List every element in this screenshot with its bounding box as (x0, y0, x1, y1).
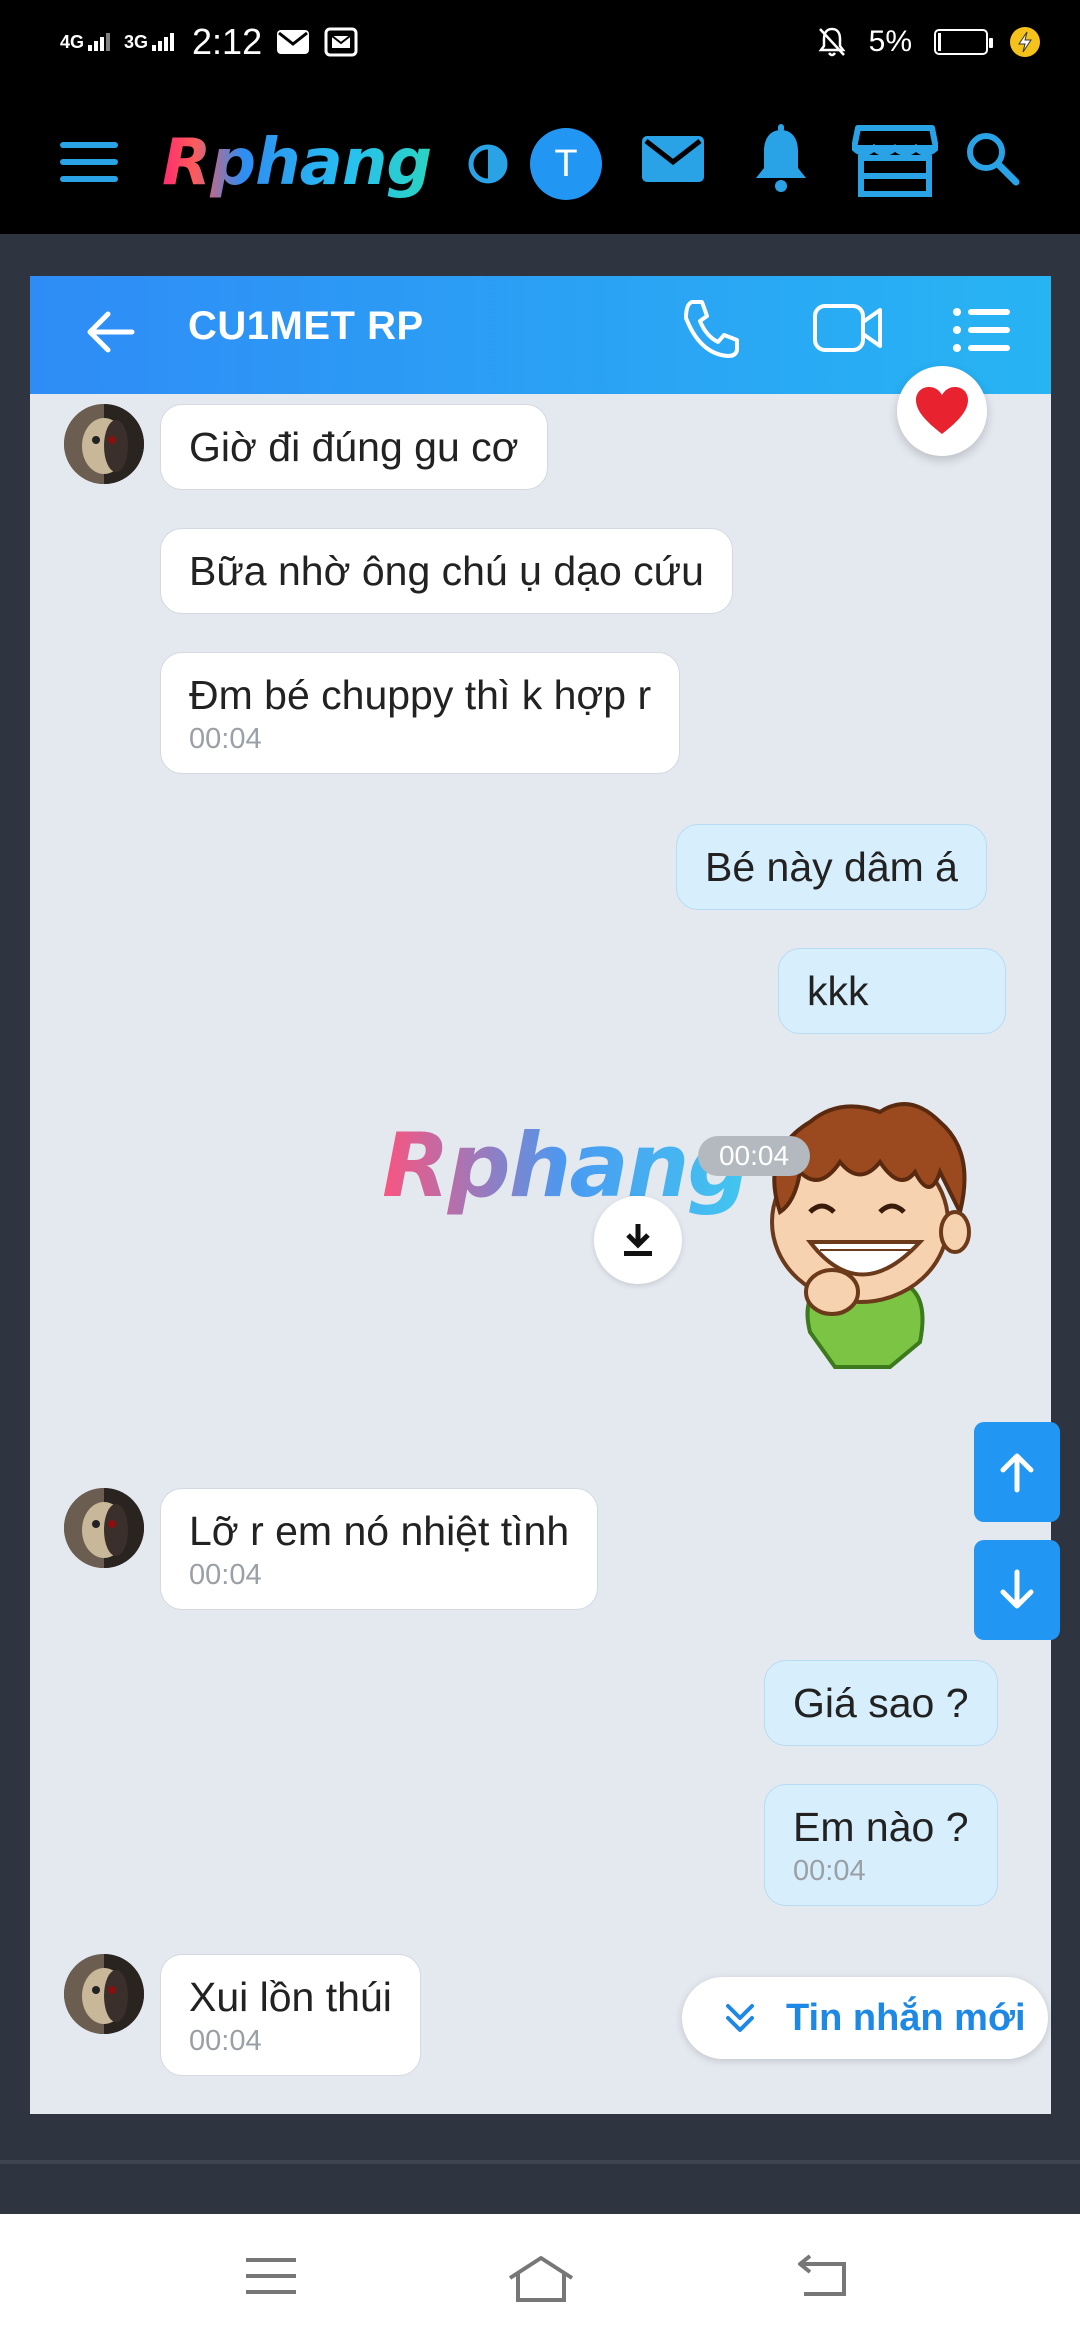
favorite-button[interactable] (897, 366, 987, 456)
battery-icon (934, 29, 993, 55)
clock: 2:12 (192, 21, 263, 62)
message-text: Đm bé chuppy thì k hợp r (189, 672, 652, 718)
message-bubble-received[interactable]: Xui lồn thúi 00:04 (160, 1954, 421, 2076)
message-text: Xui lồn thúi (189, 1974, 392, 2020)
gmail-notification-icon (324, 27, 358, 57)
signal-bars-icon (88, 33, 111, 51)
contrast-icon[interactable] (466, 142, 510, 186)
message-text: Bé này dâm á (705, 844, 958, 890)
message-bubble-sent[interactable]: Giá sao ? (764, 1660, 998, 1746)
message-time: 00:04 (189, 723, 262, 755)
message-bubble-received[interactable]: Lỡ r em nó nhiệt tình 00:04 (160, 1488, 599, 1610)
network-4g-label: 4G (60, 32, 85, 52)
message-bubble-sent[interactable]: Em nào ? 00:04 (764, 1784, 998, 1906)
back-icon[interactable] (794, 2254, 854, 2300)
chat-window: CU1MET RP Giờ đi đúng gu cơ Bữa nhờ ông … (30, 276, 1051, 2114)
user-avatar[interactable]: T (530, 128, 602, 200)
download-button[interactable] (594, 1196, 682, 1284)
message-text: Bữa nhờ ông chú ụ dạo cứu (189, 548, 704, 594)
network-4g-indicator: 4G (60, 32, 111, 52)
mail-icon[interactable] (640, 132, 706, 186)
status-bar: 4G 3G 2:12 5% (0, 0, 1080, 84)
signal-bars-icon (152, 33, 175, 51)
arrow-down-icon (1000, 1569, 1034, 1609)
network-3g-label: 3G (124, 32, 149, 52)
back-arrow-icon[interactable] (82, 304, 138, 360)
phone-icon[interactable] (680, 296, 742, 362)
search-icon[interactable] (964, 130, 1022, 188)
battery-percent: 5% (868, 25, 912, 58)
sticker-watermark: Rphang (382, 1114, 750, 1217)
scroll-up-button[interactable] (974, 1422, 1060, 1522)
notifications-off-icon (818, 27, 846, 57)
message-time: 00:04 (189, 2025, 262, 2057)
double-chevron-down-icon (726, 2004, 754, 2032)
site-logo[interactable]: Rphang (162, 126, 432, 200)
message-text: kkk (807, 968, 869, 1014)
message-text: Giá sao ? (793, 1680, 969, 1726)
message-text: Em nào ? (793, 1804, 969, 1850)
avatar[interactable] (64, 404, 144, 484)
menu-icon[interactable] (60, 142, 118, 182)
bell-icon[interactable] (750, 124, 812, 194)
recent-apps-icon[interactable] (244, 2254, 298, 2298)
heart-icon (916, 387, 968, 434)
arrow-up-icon (1000, 1453, 1034, 1493)
message-bubble-received[interactable]: Bữa nhờ ông chú ụ dạo cứu (160, 528, 733, 614)
status-right: 5% (817, 20, 1040, 64)
avatar[interactable] (64, 1954, 144, 2034)
home-icon[interactable] (506, 2254, 576, 2304)
timestamp-pill: 00:04 (698, 1136, 810, 1176)
divider (0, 2160, 1080, 2164)
status-left: 4G 3G 2:12 (60, 20, 358, 64)
message-text: Giờ đi đúng gu cơ (189, 424, 519, 470)
charging-icon (1010, 27, 1040, 57)
system-nav-bar (0, 2214, 1080, 2340)
message-bubble-received[interactable]: Đm bé chuppy thì k hợp r 00:04 (160, 652, 681, 774)
message-text: Lỡ r em nó nhiệt tình (189, 1508, 570, 1554)
scroll-down-button[interactable] (974, 1540, 1060, 1640)
boy-laughing-sticker[interactable] (740, 1092, 984, 1372)
avatar[interactable] (64, 1488, 144, 1568)
download-icon (624, 1224, 652, 1256)
new-messages-label: Tin nhắn mới (786, 1996, 1026, 2039)
message-bubble-sent[interactable]: kkk (778, 948, 1006, 1034)
message-time: 00:04 (793, 1855, 866, 1887)
new-messages-button[interactable]: Tin nhắn mới (682, 1977, 1048, 2059)
chat-title: CU1MET RP (188, 304, 424, 348)
store-icon[interactable] (852, 122, 938, 198)
message-time: 00:04 (189, 1559, 262, 1591)
video-icon[interactable] (812, 302, 884, 354)
list-icon[interactable] (952, 306, 1012, 354)
mail-notification-icon (277, 30, 310, 54)
message-bubble-sent[interactable]: Bé này dâm á (676, 824, 987, 910)
network-3g-indicator: 3G (124, 32, 175, 52)
chat-header: CU1MET RP (30, 276, 1051, 394)
site-header: Rphang T (0, 84, 1080, 234)
message-bubble-received[interactable]: Giờ đi đúng gu cơ (160, 404, 548, 490)
